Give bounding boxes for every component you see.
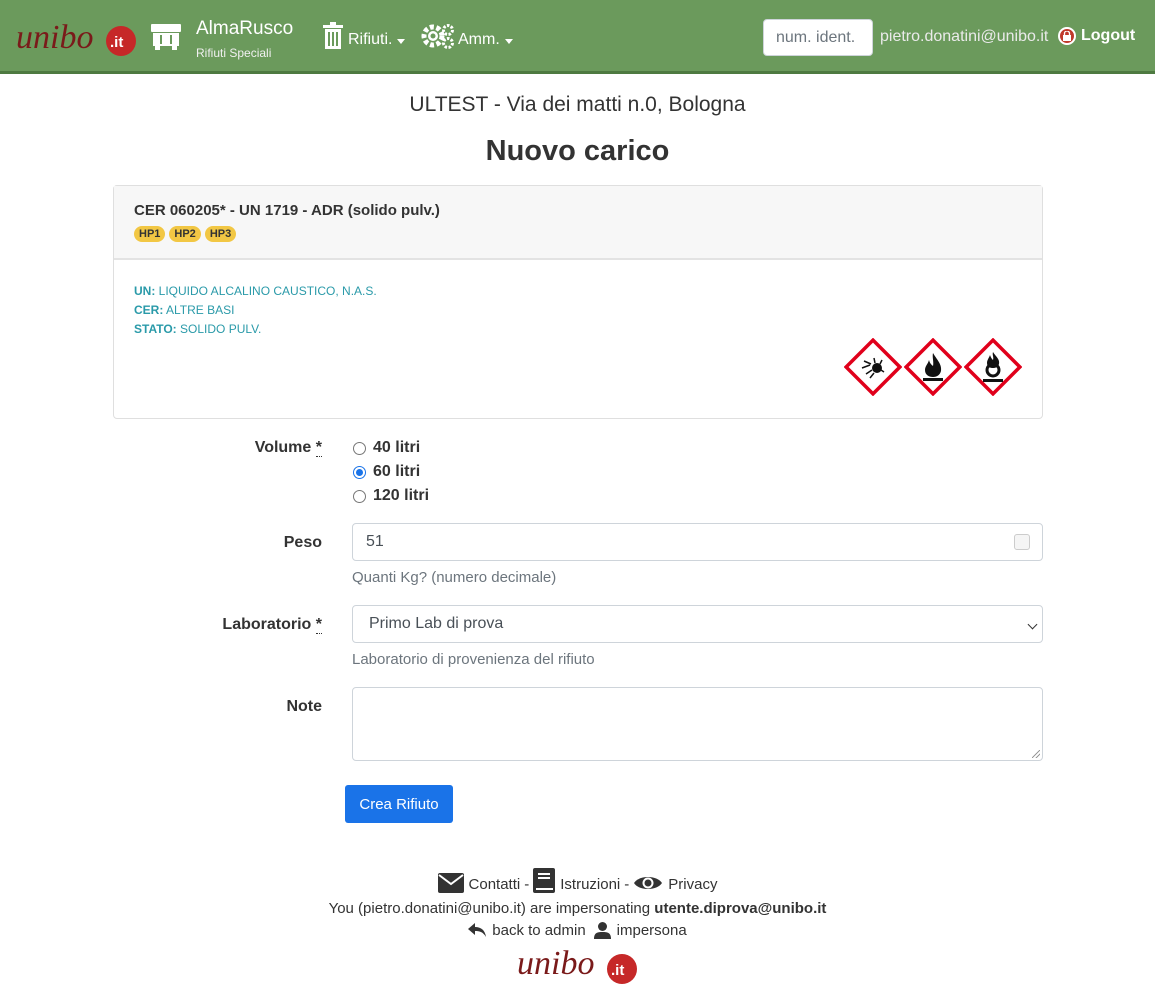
logout-label: Logout — [1081, 27, 1136, 44]
brand-subtitle: Rifiuti Speciali — [196, 46, 272, 60]
unibo-footer-logo[interactable]: unibo .it — [517, 944, 639, 986]
radio-button[interactable] — [353, 441, 366, 455]
user-icon — [593, 922, 611, 939]
info-cer: CER: ALTRE BASI — [134, 303, 235, 317]
ghs-pictograms — [844, 338, 1022, 396]
footer-links: Contatti - Istruzioni - Privacy — [0, 868, 1155, 893]
dumpster-icon — [151, 24, 181, 50]
svg-text:unibo: unibo — [16, 19, 93, 56]
book-icon — [533, 868, 556, 893]
volume-label: Volume * — [254, 439, 322, 457]
flammable-ghs-icon — [904, 338, 962, 396]
gears-icon — [421, 24, 454, 49]
note-textarea[interactable] — [352, 687, 1043, 761]
page-title: Nuovo carico — [485, 135, 670, 167]
info-stato: STATO: SOLIDO PULV. — [134, 322, 262, 336]
hazard-badge: HP2 — [169, 226, 201, 242]
navbar: unibo .it AlmaRusco Rifiuti Speciali Rif… — [0, 0, 1155, 74]
rifiuti-menu-label: Rifiuti. — [348, 31, 393, 48]
chevron-down-icon — [504, 39, 513, 44]
explosive-ghs-icon — [844, 338, 902, 396]
svg-text:.it: .it — [110, 34, 123, 51]
card-body: UN: LIQUIDO ALCALINO CAUSTICO, N.A.S. CE… — [114, 260, 1042, 418]
laboratorio-selected: Primo Lab di prova — [369, 615, 504, 632]
amm-menu-label: Amm. — [458, 31, 500, 48]
location-heading: ULTEST - Via dei matti n.0, Bologna — [409, 93, 746, 116]
impersona-link[interactable]: impersona — [593, 922, 687, 939]
admin-links: back to admin impersona — [0, 922, 1155, 939]
search-input[interactable] — [763, 19, 873, 56]
laboratorio-help: Laboratorio di provenienza del rifiuto — [352, 651, 595, 668]
radio-button-checked[interactable] — [353, 465, 366, 479]
volume-option-60[interactable]: 60 litri — [353, 463, 420, 481]
lock-icon — [1058, 27, 1076, 45]
peso-value: 51 — [366, 533, 384, 550]
note-label: Note — [286, 698, 322, 715]
volume-option-120[interactable]: 120 litri — [353, 487, 429, 505]
hazard-badge: HP1 — [134, 226, 166, 242]
waste-info-card: CER 060205* - UN 1719 - ADR (solido pulv… — [113, 185, 1043, 419]
unibo-logo[interactable]: unibo .it — [16, 18, 138, 58]
hazard-badge: HP3 — [204, 226, 237, 242]
info-un: UN: LIQUIDO ALCALINO CAUSTICO, N.A.S. — [134, 284, 377, 298]
envelope-icon — [437, 873, 464, 893]
logout-button[interactable]: Logout — [1058, 27, 1135, 45]
svg-text:.it: .it — [611, 962, 624, 979]
create-waste-button[interactable]: Crea Rifiuto — [345, 785, 453, 823]
trash-icon — [323, 22, 343, 49]
chevron-down-icon — [397, 39, 406, 44]
oxidizing-ghs-icon — [964, 338, 1022, 396]
peso-help: Quanti Kg? (numero decimale) — [352, 569, 557, 586]
resize-handle[interactable] — [1032, 750, 1040, 758]
impersonated-user: utente.diprova@unibo.it — [654, 900, 827, 917]
brand-title[interactable]: AlmaRusco — [196, 18, 293, 40]
peso-label: Peso — [283, 534, 322, 551]
card-header: CER 060205* - UN 1719 - ADR (solido pulv… — [114, 186, 1042, 260]
istruzioni-link[interactable]: Istruzioni — [533, 868, 620, 893]
amm-menu[interactable]: Amm. — [421, 22, 513, 50]
eye-icon — [634, 877, 663, 889]
peso-input[interactable]: 51 — [352, 523, 1043, 561]
back-to-admin-link[interactable]: back to admin — [468, 922, 586, 939]
rifiuti-menu[interactable]: Rifiuti. — [322, 22, 406, 50]
svg-text:unibo: unibo — [517, 945, 594, 982]
hazard-badges: HP1 HP2 HP3 — [134, 226, 1022, 242]
laboratorio-select[interactable]: Primo Lab di prova — [352, 605, 1043, 643]
laboratorio-label: Laboratorio * — [222, 616, 322, 634]
volume-option-40[interactable]: 40 litri — [353, 439, 420, 457]
contatti-link[interactable]: Contatti — [437, 873, 520, 893]
reply-icon — [468, 923, 487, 937]
chevron-down-icon — [1027, 619, 1038, 630]
impersonation-notice: You (pietro.donatini@unibo.it) are imper… — [328, 900, 827, 917]
radio-button[interactable] — [353, 489, 366, 503]
privacy-link[interactable]: Privacy — [633, 873, 717, 893]
user-email[interactable]: pietro.donatini@unibo.it — [880, 28, 1048, 46]
number-spinner[interactable] — [1014, 534, 1030, 550]
card-title: CER 060205* - UN 1719 - ADR (solido pulv… — [134, 202, 440, 219]
